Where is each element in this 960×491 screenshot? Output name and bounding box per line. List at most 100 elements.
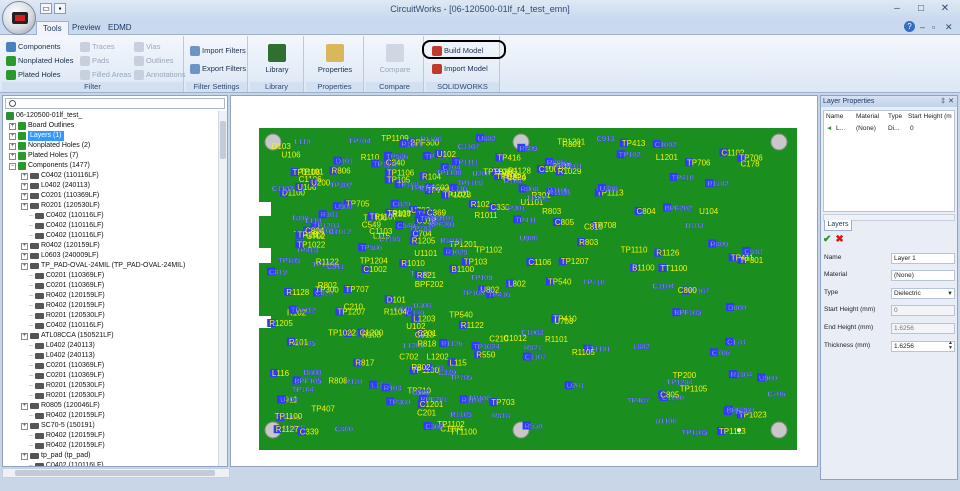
component-designator[interactable]: C178 [727,337,745,347]
component-designator[interactable]: U201 [566,381,585,390]
tree-item-component[interactable]: – R0402 (120159LF) [29,291,105,301]
tree-item-component[interactable]: – C0402 (110116LF) [29,221,104,231]
component-designator[interactable]: TP1207 [561,257,590,266]
column-header-type[interactable]: Type [888,112,902,121]
tree-item-component[interactable]: – R0201 (120530LF) [29,391,105,401]
component-designator[interactable]: R1128 [286,288,310,297]
component-designator[interactable]: C1002 [654,140,677,149]
expand-icon[interactable]: + [21,182,28,190]
component-designator[interactable]: TP102 [526,193,549,203]
help-icon[interactable]: ? [904,21,915,32]
material-field[interactable]: (None) [891,270,955,281]
tree-item-component[interactable]: + L0402 (240113) [21,181,90,191]
component-designator[interactable]: R1126 [441,339,463,348]
expand-icon[interactable]: + [21,242,28,250]
component-designator[interactable]: C369 [425,422,443,431]
annotations-toggle[interactable]: Annotations [134,68,186,81]
expand-icon[interactable]: + [9,142,16,150]
component-designator[interactable]: U802 [478,134,496,143]
component-designator[interactable]: TP1106 [483,167,511,176]
component-designator[interactable]: R1102 [461,395,484,404]
component-designator[interactable]: D800 [303,368,321,377]
ribbon-close-icon[interactable]: ✕ [945,22,953,33]
component-designator[interactable]: C1106 [528,258,552,267]
ribbon-minimize-icon[interactable]: – [920,22,925,32]
component-designator[interactable]: R1101 [545,335,569,344]
component-designator[interactable]: TP1105 [680,384,708,393]
component-designator[interactable]: U106 [282,150,302,159]
close-button[interactable]: ✕ [934,2,956,16]
component-designator[interactable]: D800 [728,303,746,312]
tree-item-component[interactable]: – L0402 (240113) [29,341,95,351]
tree-item-component[interactable]: – C0402 (110116LF) [29,321,104,331]
traces-toggle[interactable]: Traces [80,40,115,53]
tree-item-component[interactable]: – R0402 (120159LF) [29,301,105,311]
component-designator[interactable]: R1101 [401,139,423,148]
component-designator[interactable]: TP1102 [475,245,503,254]
component-designator[interactable]: U300 [413,301,431,310]
tree-item-component[interactable]: – C0201 (110369LF) [29,281,104,291]
component-designator[interactable]: U1101 [414,249,438,258]
component-designator[interactable]: C805 [555,218,575,227]
component-designator[interactable]: L802 [633,342,650,351]
component-designator[interactable]: TP302 [420,214,443,223]
component-designator[interactable]: TP102 [618,150,641,159]
component-designator[interactable]: C913 [415,331,435,340]
import-filters-button[interactable]: Import Filters [190,44,246,57]
spinner-icon[interactable]: ▲ ▼ [948,341,953,351]
component-designator[interactable]: D101 [387,295,407,304]
component-designator[interactable]: B1100 [632,264,655,273]
tab-layers[interactable]: Layers [824,220,852,231]
component-designator[interactable]: R809 [710,239,728,249]
name-field[interactable]: Layer 1 [891,253,955,264]
layer-row-material[interactable]: (None) [856,124,876,133]
tree-item-nonplated-holes[interactable]: + Nonplated Holes (2) [9,141,90,151]
component-designator[interactable]: R550 [524,421,543,431]
component-designator[interactable]: TP586 [360,243,383,252]
component-designator[interactable]: TP703 [491,398,515,407]
outlines-toggle[interactable]: Outlines [134,54,174,67]
nonplated-holes-toggle[interactable]: Nonplated Holes [6,54,73,67]
tab-edmd[interactable]: EDMD [102,21,138,35]
component-designator[interactable]: TP411 [731,253,755,262]
component-designator[interactable]: R1029 [445,247,468,256]
component-designator[interactable]: TP1022 [297,240,326,249]
expand-icon[interactable]: + [21,262,28,270]
component-designator[interactable]: U300 [600,184,618,193]
component-designator[interactable]: TP411 [515,215,537,224]
component-designator[interactable]: C1105 [379,234,401,243]
component-designator[interactable]: C1105 [294,339,316,348]
pin-icon[interactable]: ‡ [941,96,945,107]
expand-icon[interactable]: + [21,252,28,260]
component-designator[interactable]: BPF105 [674,308,702,317]
component-designator[interactable]: R809 [519,144,537,153]
component-designator[interactable]: R1126 [656,249,680,258]
type-select[interactable]: Dielectric ▼ [891,288,955,299]
component-designator[interactable]: TT1100 [660,264,688,273]
layer-row-type[interactable]: Di... [888,124,900,133]
export-filters-button[interactable]: Export Filters [190,62,246,75]
component-designator[interactable]: R818 [492,411,510,420]
component-designator[interactable]: L115 [450,358,468,367]
minimize-button[interactable]: – [886,2,908,16]
expand-icon[interactable]: + [21,402,28,410]
tree-item-component[interactable]: + R0805 (120046LF) [21,401,100,411]
component-designator[interactable]: TP540 [548,277,572,286]
component-designator[interactable]: C706 [712,348,730,357]
component-designator[interactable]: R818 [417,340,437,349]
component-designator[interactable]: C819 [269,267,287,276]
component-designator[interactable]: L1202 [427,352,450,361]
component-designator[interactable]: TP100 [462,289,485,298]
component-designator[interactable]: R101 [320,210,339,219]
layer-row-start-height[interactable]: 0 [910,124,914,133]
close-icon[interactable]: ✕ [948,96,954,107]
tree-scroll-thumb[interactable] [220,121,226,159]
tree-item-component[interactable]: – C0402 (110116LF) [29,211,104,221]
component-designator[interactable]: C339 [300,428,320,437]
compare-button[interactable]: Compare [368,40,422,80]
component-designator[interactable]: C913 [596,134,615,143]
component-designator[interactable]: R806 [547,158,565,167]
component-designator[interactable]: R1010 [401,259,425,268]
import-model-button[interactable]: Import Model [432,62,488,75]
app-menu-button[interactable] [2,1,36,35]
